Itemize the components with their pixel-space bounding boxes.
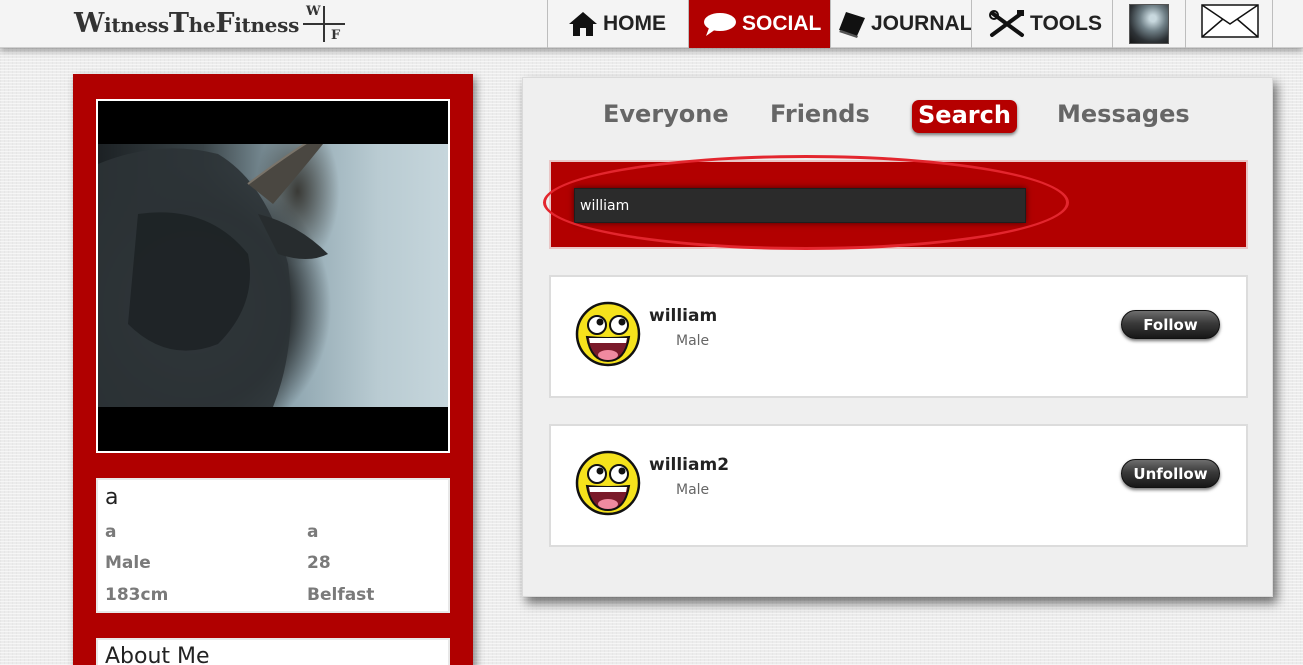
top-navigation-bar: WitnessTheFitness W F HOME SOCIAL JOURNA… <box>0 0 1303 48</box>
tab-friends[interactable]: Friends <box>770 100 870 128</box>
profile-photo-frame <box>96 99 450 453</box>
search-input[interactable] <box>574 188 1026 223</box>
envelope-icon <box>1201 4 1259 44</box>
about-me-title: About Me <box>105 644 210 665</box>
site-brand[interactable]: WitnessTheFitness <box>74 8 299 39</box>
nav-tools[interactable]: TOOLS <box>971 0 1112 48</box>
brand-text-1: itness <box>104 13 169 37</box>
nav-tools-label: TOOLS <box>1030 12 1102 35</box>
profile-photo-art <box>98 138 328 407</box>
brand-letter-t: T <box>168 8 189 39</box>
nav-journal-label: JOURNAL <box>871 12 973 35</box>
result-username[interactable]: william2 <box>649 455 729 475</box>
speech-bubble-icon <box>703 11 737 37</box>
result-gender: Male <box>676 482 710 498</box>
profile-gender: Male <box>105 553 151 573</box>
social-panel: Everyone Friends Search Messages william… <box>522 77 1273 597</box>
profile-age: 28 <box>307 553 331 573</box>
social-tabs: Everyone Friends Search Messages <box>523 78 1272 158</box>
nav-social[interactable]: SOCIAL <box>688 0 830 48</box>
wf-logo[interactable]: W F <box>303 4 345 44</box>
follow-button[interactable]: Follow <box>1121 310 1220 339</box>
search-bar <box>543 155 1248 250</box>
result-gender: Male <box>676 333 710 349</box>
main-nav: HOME SOCIAL JOURNAL TOOLS <box>547 0 1273 48</box>
search-result-card: william2 Male Unfollow <box>549 424 1248 547</box>
nav-profile-avatar[interactable] <box>1112 0 1185 48</box>
house-icon <box>568 11 598 37</box>
brand-text-2: he <box>188 13 216 37</box>
nav-messages[interactable] <box>1185 0 1273 48</box>
brand-letter-f: F <box>215 8 235 39</box>
logo-letter-f: F <box>331 28 341 43</box>
nav-journal[interactable]: JOURNAL <box>830 0 973 48</box>
user-avatar-thumbnail <box>1129 4 1169 44</box>
tab-everyone[interactable]: Everyone <box>603 100 729 128</box>
profile-height: 183cm <box>105 585 169 605</box>
result-username[interactable]: william <box>649 306 717 326</box>
smiley-avatar-icon[interactable] <box>575 450 641 516</box>
search-result-card: william Male Follow <box>549 275 1248 398</box>
profile-photo[interactable] <box>98 138 448 407</box>
smiley-avatar-icon[interactable] <box>575 301 641 367</box>
tab-search[interactable]: Search <box>912 100 1017 133</box>
nav-home-label: HOME <box>603 12 666 35</box>
profile-name: a <box>105 485 119 510</box>
tab-messages[interactable]: Messages <box>1057 100 1190 128</box>
profile-last-name: a <box>307 522 319 542</box>
unfollow-button[interactable]: Unfollow <box>1121 459 1220 488</box>
logo-vertical-line <box>323 6 325 42</box>
about-me-box: About Me <box>96 638 450 665</box>
profile-panel: a a a Male 28 183cm Belfast About Me <box>73 74 473 665</box>
brand-letter-w: W <box>74 8 105 39</box>
book-icon <box>838 10 866 38</box>
nav-social-label: SOCIAL <box>742 12 822 35</box>
nav-home[interactable]: HOME <box>547 0 688 48</box>
tools-icon <box>989 10 1025 38</box>
profile-stats: a a a Male 28 183cm Belfast <box>96 478 450 613</box>
profile-location: Belfast <box>307 585 375 605</box>
logo-letter-w: W <box>306 4 321 19</box>
brand-text-3: itness <box>234 13 300 37</box>
profile-first-name: a <box>105 522 117 542</box>
